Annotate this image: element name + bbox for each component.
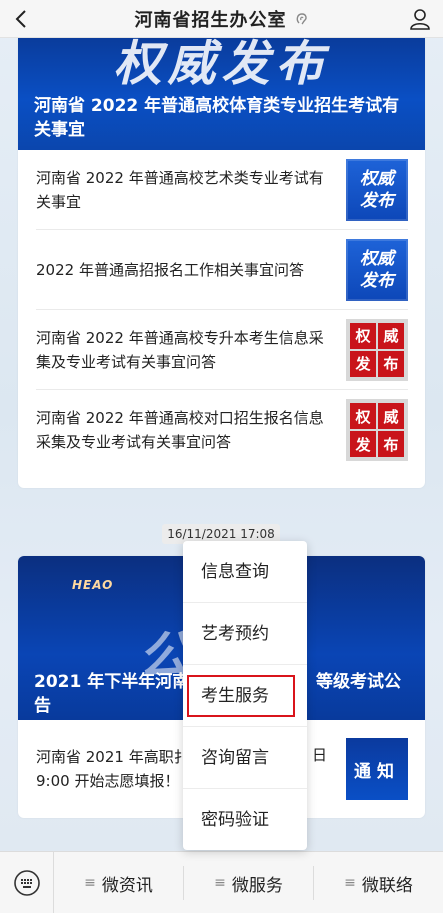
thumbnail-text: 权威 <box>360 168 394 189</box>
tab-wei-contact[interactable]: ≡ 微联络 <box>314 852 443 913</box>
list-item[interactable]: 河南省 2022 年普通高校对口招生报名信息采集及专业考试有关事宜问答 权 威 … <box>36 390 408 470</box>
list-item-title: 河南省 2022 年普通高校对口招生报名信息采集及专业考试有关事宜问答 <box>36 409 324 451</box>
page-title: 河南省招生办公室 <box>134 9 287 31</box>
back-chevron-icon[interactable] <box>10 6 36 32</box>
tab-wei-service[interactable]: ≡ 微服务 <box>184 852 313 913</box>
menu-item-password-verify[interactable]: 密码验证 <box>183 789 307 851</box>
thumbnail-text: 发 <box>350 350 376 377</box>
menu-item-consult-message[interactable]: 咨询留言 <box>183 727 307 789</box>
selection-highlight <box>187 675 295 717</box>
thumbnail-text: 威 <box>378 403 404 429</box>
list-item[interactable]: 河南省 2022 年普通高校艺术类专业考试有关事宜 权威 发布 <box>36 150 408 230</box>
thumbnail-text: 布 <box>378 350 404 377</box>
list-item-title: 河南省 2021 年高职扌 9:00 开始志愿填报！ <box>36 745 196 793</box>
list-item-title-part: 河南省 2021 年高职扌 <box>36 748 189 766</box>
menu-lines-icon: ≡ <box>84 875 96 891</box>
banner-caption-part: 2021 年下半年河南 <box>34 672 190 692</box>
list-item-title-part: 9:00 开始志愿填报！ <box>36 772 180 790</box>
menu-lines-icon: ≡ <box>214 875 226 891</box>
thumbnail-text: 布 <box>378 431 404 457</box>
banner-caption-part: 等级考试公 <box>316 672 401 692</box>
service-popup-menu: 信息查询 艺考预约 考生服务 咨询留言 密码验证 <box>183 541 307 850</box>
list-item-title: 河南省 2022 年普通高校艺术类专业考试有关事宜 <box>36 168 324 211</box>
article-card-1: 权威发布 河南省 2022 年普通高校体育类专业招生考试有关事宜 河南省 202… <box>18 38 425 488</box>
banner-headline-graphic: 权威发布 <box>113 38 330 92</box>
banner-caption: 河南省 2022 年普通高校体育类专业招生考试有关事宜 <box>34 96 400 140</box>
thumbnail: 权 威 发 布 <box>346 399 408 461</box>
thumbnail-text: 权 <box>350 322 376 349</box>
menu-lines-icon: ≡ <box>344 875 356 891</box>
list-item-title: 2022 年普通高招报名工作相关事宜问答 <box>36 260 304 279</box>
thumbnail-text: 发布 <box>360 270 394 291</box>
bottom-menu-bar: ≡ 微资讯 ≡ 微服务 ≡ 微联络 <box>0 851 443 913</box>
user-icon[interactable] <box>407 6 433 32</box>
thumbnail: 权 威 发 布 <box>346 318 408 381</box>
thumbnail: 权威 发布 <box>346 158 408 221</box>
menu-item-candidate-services[interactable]: 考生服务 <box>183 665 307 727</box>
tab-label: 微服务 <box>231 875 283 896</box>
tab-label: 微联络 <box>361 875 413 896</box>
headline-banner[interactable]: 权威发布 河南省 2022 年普通高校体育类专业招生考试有关事宜 <box>18 38 425 150</box>
thumbnail-text: 发布 <box>360 190 394 211</box>
menu-item-info-query[interactable]: 信息查询 <box>183 541 307 603</box>
tab-label: 微资讯 <box>101 875 153 896</box>
keyboard-toggle-button[interactable] <box>0 852 54 913</box>
thumbnail-text: 威 <box>378 322 404 349</box>
thumbnail-text: 权 <box>350 403 376 429</box>
menu-item-art-exam-booking[interactable]: 艺考预约 <box>183 603 307 665</box>
top-bar: 河南省招生办公室 <box>0 0 443 38</box>
list-item[interactable]: 2022 年普通高招报名工作相关事宜问答 权威 发布 <box>36 230 408 310</box>
banner-caption-part: 告 <box>34 696 51 716</box>
thumbnail: 通知 <box>346 738 408 800</box>
tab-wei-news[interactable]: ≡ 微资讯 <box>54 852 183 913</box>
list-item[interactable]: 河南省 2022 年普通高校专升本考生信息采集及专业考试有关事宜问答 权 威 发… <box>36 310 408 390</box>
thumbnail-text: 权威 <box>360 248 394 269</box>
list-item-title: 河南省 2022 年普通高校专升本考生信息采集及专业考试有关事宜问答 <box>36 328 324 371</box>
thumbnail-text: 发 <box>350 431 376 457</box>
thumbnail: 权威 发布 <box>346 238 408 301</box>
keyboard-icon <box>13 870 40 896</box>
list-item-title-part: 日 <box>312 746 328 765</box>
ear-icon[interactable] <box>295 11 309 27</box>
heao-logo: HEAO <box>72 578 114 592</box>
